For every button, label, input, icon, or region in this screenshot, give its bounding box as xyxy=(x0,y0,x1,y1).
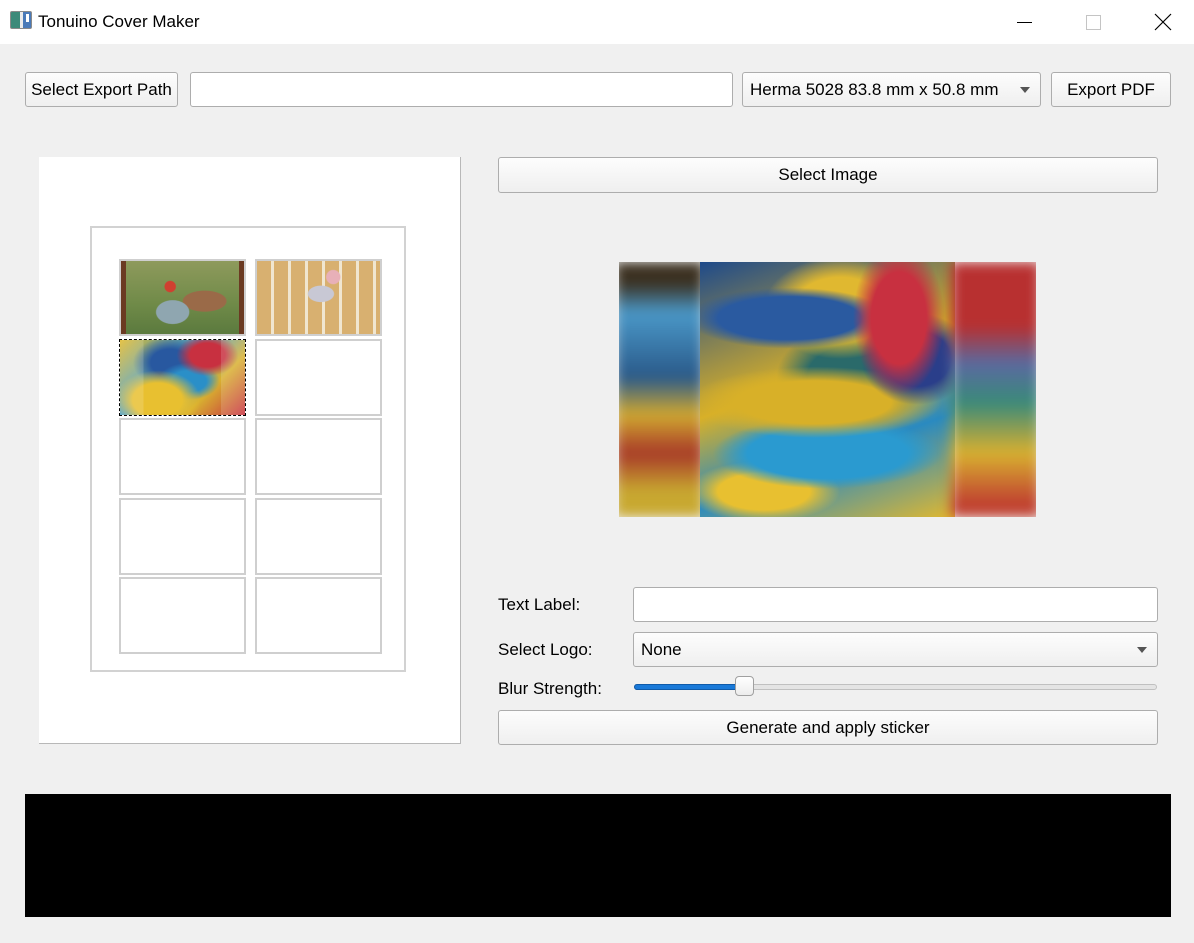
export-path-input[interactable] xyxy=(190,72,733,107)
blurred-left-fill xyxy=(619,262,704,517)
blur-strength-slider[interactable] xyxy=(634,676,1157,696)
select-logo-value: None xyxy=(641,639,682,659)
app-icon xyxy=(10,11,32,29)
close-button[interactable] xyxy=(1133,0,1193,44)
blurred-right-fill xyxy=(951,262,1036,517)
log-console xyxy=(25,794,1171,917)
label-cell[interactable] xyxy=(255,418,382,495)
blur-strength-label: Blur Strength: xyxy=(498,679,602,698)
close-icon xyxy=(1154,13,1172,31)
label-cell[interactable] xyxy=(119,577,246,654)
preview-image-center xyxy=(700,262,955,517)
label-cell[interactable] xyxy=(255,497,382,575)
minimize-icon xyxy=(1016,21,1032,23)
select-logo-dropdown[interactable]: None xyxy=(633,632,1158,667)
red-riding-hood-image xyxy=(121,261,244,334)
label-format-dropdown[interactable]: Herma 5028 83.8 mm x 50.8 mm xyxy=(742,72,1041,107)
slider-fill xyxy=(634,684,744,690)
window-title: Tonuino Cover Maker xyxy=(38,12,200,31)
label-format-value: Herma 5028 83.8 mm x 50.8 mm xyxy=(750,79,999,99)
label-cell[interactable] xyxy=(119,338,246,416)
label-cell[interactable] xyxy=(255,259,382,336)
select-export-path-button[interactable]: Select Export Path xyxy=(25,72,178,107)
mouse-pantry-image xyxy=(257,261,380,334)
maximize-icon xyxy=(1085,14,1101,30)
text-label-label: Text Label: xyxy=(498,595,581,614)
slider-handle[interactable] xyxy=(734,676,754,696)
minimize-button[interactable] xyxy=(994,0,1054,44)
select-image-button[interactable]: Select Image xyxy=(498,157,1158,193)
chevron-down-icon xyxy=(1137,646,1147,653)
title-bar: Tonuino Cover Maker xyxy=(0,0,1194,44)
label-cell[interactable] xyxy=(119,418,246,495)
sheet-preview-panel xyxy=(39,157,461,744)
generate-apply-sticker-button[interactable]: Generate and apply sticker xyxy=(498,710,1158,745)
chevron-down-icon xyxy=(1020,86,1030,93)
colorful-swirl-image xyxy=(120,339,245,415)
label-cell[interactable] xyxy=(119,259,246,336)
label-cell[interactable] xyxy=(255,338,382,416)
label-cell[interactable] xyxy=(255,577,382,654)
export-pdf-button[interactable]: Export PDF xyxy=(1051,72,1171,107)
select-logo-label: Select Logo: xyxy=(498,640,593,659)
sticker-preview-image xyxy=(619,262,1036,517)
text-label-input[interactable] xyxy=(633,587,1158,622)
label-sheet xyxy=(90,226,406,672)
label-cell[interactable] xyxy=(119,497,246,575)
maximize-button[interactable] xyxy=(1063,0,1123,44)
